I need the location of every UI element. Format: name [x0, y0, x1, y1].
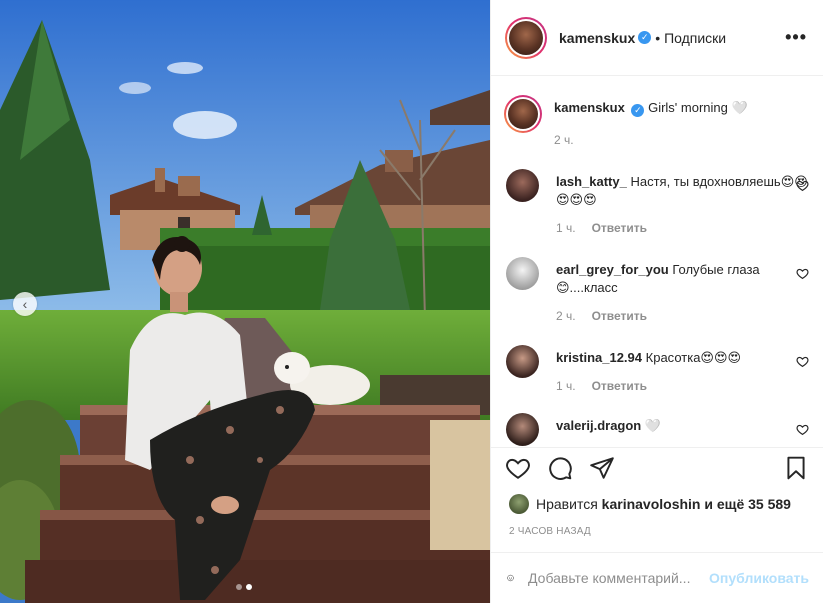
likes-prefix: Нравится: [536, 496, 598, 512]
add-comment-bar: Опубликовать: [491, 552, 823, 603]
comment-meta: 1 ч. Ответить: [556, 219, 809, 237]
photo-scene: [0, 0, 490, 603]
comment-meta: 1 ч. Ответить: [556, 377, 809, 395]
liker-avatar[interactable]: [509, 494, 529, 514]
post-photo[interactable]: ‹: [0, 0, 490, 603]
caption-avatar: [508, 99, 538, 129]
comment-bubble-icon[interactable]: [547, 455, 573, 481]
publish-button[interactable]: Опубликовать: [709, 570, 809, 586]
following-status[interactable]: • Подписки: [655, 30, 726, 46]
save-bookmark-icon[interactable]: [783, 455, 809, 481]
comment-body: earl_grey_for_you Голубые глаза😊....клас…: [556, 257, 809, 325]
like-heart-icon[interactable]: [505, 455, 531, 481]
caption-body: kamenskux ✓ Girls' morning 🤍 2 ч.: [554, 95, 809, 149]
comment-like-heart-icon[interactable]: [796, 423, 809, 436]
verified-badge-icon: ✓: [638, 31, 652, 44]
reply-button[interactable]: Ответить: [592, 307, 647, 325]
comment-username[interactable]: lash_katty_: [556, 174, 627, 189]
header-author: kamenskux ✓ • Подписки: [559, 30, 726, 46]
chevron-left-icon: ‹: [22, 296, 28, 312]
carousel-indicator: [236, 584, 252, 590]
verified-badge-icon: ✓: [631, 104, 645, 117]
liker-username[interactable]: karinavoloshin: [602, 496, 701, 512]
previous-slide-button[interactable]: ‹: [13, 292, 37, 316]
reply-button[interactable]: Ответить: [592, 377, 647, 395]
comments-list[interactable]: kamenskux ✓ Girls' morning 🤍 2 ч. lash_k…: [491, 77, 823, 447]
comment-item: lash_katty_ Настя, ты вдохновляешь😍😍😍😍😍 …: [506, 169, 809, 237]
likes-count[interactable]: и ещё 35 589: [704, 496, 791, 512]
share-paper-plane-icon[interactable]: [589, 455, 615, 481]
post-timestamp[interactable]: 2 часов назад: [509, 526, 591, 537]
post-side-panel: kamenskux ✓ • Подписки ••• kamenskux ✓ G…: [490, 0, 823, 603]
comment-meta: 2 ч. Ответить: [556, 307, 809, 325]
comment-username[interactable]: valerij.dragon: [556, 418, 641, 433]
caption: kamenskux ✓ Girls' morning 🤍 2 ч.: [504, 95, 809, 149]
comment-avatar[interactable]: [506, 345, 539, 378]
comment-text: Красотка😍😍😍: [645, 350, 742, 365]
comment-time: 1 ч.: [556, 379, 576, 393]
comment-username[interactable]: kristina_12.94: [556, 350, 642, 365]
comment-input[interactable]: [528, 570, 710, 586]
comment-item: earl_grey_for_you Голубые глаза😊....клас…: [506, 257, 809, 325]
caption-text: Girls' morning 🤍: [648, 100, 748, 115]
comment-body: lash_katty_ Настя, ты вдохновляешь😍😍😍😍😍 …: [556, 169, 809, 237]
author-avatar: [509, 20, 543, 55]
author-avatar-ring[interactable]: [505, 16, 547, 59]
reply-button[interactable]: Ответить: [592, 219, 647, 237]
caption-meta: 2 ч.: [554, 131, 809, 149]
carousel-dot: [236, 584, 242, 590]
comment-item: kristina_12.94 Красотка😍😍😍 1 ч. Ответить: [506, 345, 809, 395]
likes-summary: Нравится karinavoloshin и ещё 35 589: [509, 494, 809, 514]
post-actions-bar: [491, 447, 823, 487]
post-header: kamenskux ✓ • Подписки •••: [491, 0, 823, 76]
comment-avatar[interactable]: [506, 257, 539, 290]
comment-like-heart-icon[interactable]: [796, 179, 809, 192]
more-options-icon[interactable]: •••: [785, 27, 807, 48]
comment-time: 2 ч.: [556, 309, 576, 323]
comment-item: valerij.dragon 🤍: [506, 413, 809, 446]
comment-avatar[interactable]: [506, 413, 539, 446]
caption-username[interactable]: kamenskux: [554, 100, 625, 115]
comment-like-heart-icon[interactable]: [796, 355, 809, 368]
comment-text: 🤍: [644, 418, 662, 433]
comment-username[interactable]: earl_grey_for_you: [556, 262, 669, 277]
caption-time: 2 ч.: [554, 133, 574, 147]
carousel-dot-active: [246, 584, 252, 590]
comment-avatar[interactable]: [506, 169, 539, 202]
author-username[interactable]: kamenskux: [559, 30, 635, 46]
comment-body: kristina_12.94 Красотка😍😍😍 1 ч. Ответить: [556, 345, 809, 395]
comment-like-heart-icon[interactable]: [796, 267, 809, 280]
emoji-smile-icon[interactable]: [507, 565, 514, 591]
comment-body: valerij.dragon 🤍: [556, 413, 809, 446]
caption-avatar-ring[interactable]: [504, 95, 542, 133]
comment-time: 1 ч.: [556, 221, 576, 235]
